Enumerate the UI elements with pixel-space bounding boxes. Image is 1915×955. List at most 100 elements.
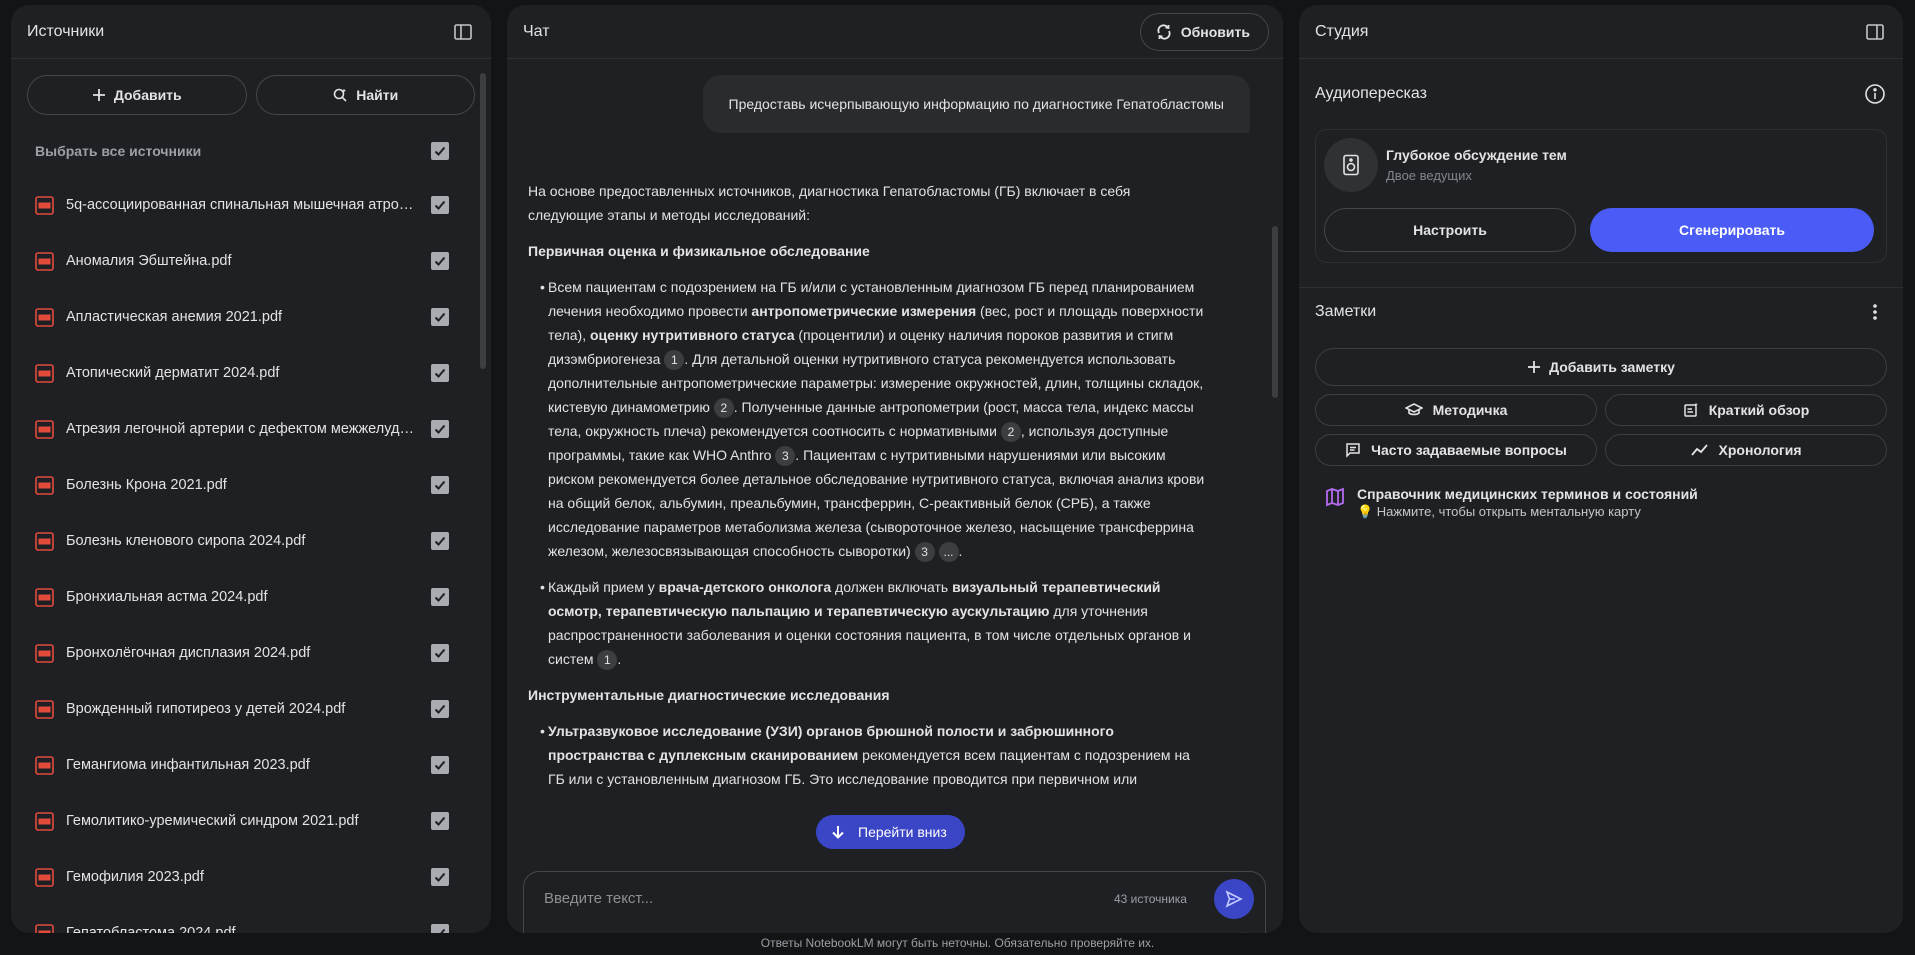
citation-chip[interactable]: 1 — [664, 350, 685, 371]
citation-chip[interactable]: 1 — [597, 650, 618, 671]
source-name: 5q-ассоциированная спинальная мышечная а… — [66, 197, 419, 213]
source-item[interactable]: Атрезия легочной артерии с дефектом межж… — [11, 401, 491, 457]
send-button[interactable] — [1214, 879, 1254, 919]
source-item[interactable]: Врожденный гипотиреоз у детей 2024.pdf — [11, 681, 491, 737]
source-item[interactable]: Гепатобластома 2024.pdf — [11, 905, 491, 933]
source-name: Аномалия Эбштейна.pdf — [66, 253, 232, 269]
source-checkbox[interactable] — [431, 252, 449, 270]
notes-section-header: Заметки — [1299, 288, 1903, 336]
pdf-icon — [35, 307, 54, 327]
source-checkbox[interactable] — [431, 476, 449, 494]
source-checkbox[interactable] — [431, 700, 449, 718]
citation-chip[interactable]: 3 — [914, 542, 935, 563]
source-item[interactable]: Бронхиальная астма 2024.pdf — [11, 569, 491, 625]
find-source-label: Найти — [356, 87, 399, 103]
chat-scrollbar[interactable] — [1272, 226, 1278, 398]
study-guide-button[interactable]: Методичка — [1315, 394, 1597, 426]
sources-panel: Источники Добавить Найти Выбрать все ист… — [11, 5, 491, 933]
mindmap-note[interactable]: Справочник медицинских терминов и состоя… — [1299, 466, 1903, 520]
answer-bullet: Ультразвуковое исследование (УЗИ) органо… — [540, 719, 1208, 791]
source-item[interactable]: Аномалия Эбштейна.pdf — [11, 233, 491, 289]
source-checkbox[interactable] — [431, 868, 449, 886]
info-icon[interactable] — [1863, 82, 1887, 106]
answer-text: должен включать — [831, 579, 953, 595]
pdf-icon — [35, 811, 54, 831]
source-name: Болезнь кленового сиропа 2024.pdf — [66, 533, 306, 549]
jump-to-bottom-button[interactable]: Перейти вниз — [816, 815, 965, 849]
add-note-button[interactable]: Добавить заметку — [1315, 348, 1887, 386]
select-all-label: Выбрать все источники — [35, 143, 202, 159]
mindmap-subtitle: 💡 Нажмите, чтобы открыть ментальную карт… — [1357, 504, 1641, 519]
source-item[interactable]: Гемолитико-уремический синдром 2021.pdf — [11, 793, 491, 849]
source-checkbox[interactable] — [431, 812, 449, 830]
source-list: 5q-ассоциированная спинальная мышечная а… — [11, 177, 491, 933]
chat-header: Чат Обновить — [507, 5, 1283, 59]
source-checkbox[interactable] — [431, 364, 449, 382]
answer-intro: На основе предоставленных источников, ди… — [528, 183, 1131, 223]
source-item[interactable]: Гемофилия 2023.pdf — [11, 849, 491, 905]
audio-card-subtitle: Двое ведущих — [1386, 168, 1472, 183]
notes-title: Заметки — [1315, 303, 1377, 320]
answer-bullet: Всем пациентам с подозрением на ГБ и/или… — [540, 275, 1208, 563]
sources-scrollbar[interactable] — [480, 73, 486, 369]
add-source-button[interactable]: Добавить — [27, 75, 247, 115]
citation-chip[interactable]: 2 — [1000, 422, 1021, 443]
collapse-panel-icon[interactable] — [451, 20, 475, 44]
source-checkbox[interactable] — [431, 924, 449, 933]
pdf-icon — [35, 699, 54, 719]
source-checkbox[interactable] — [431, 756, 449, 774]
customize-button[interactable]: Настроить — [1324, 208, 1576, 252]
answer-text: . — [617, 651, 622, 667]
refresh-button[interactable]: Обновить — [1139, 12, 1269, 51]
studio-panel: Студия Аудиопересказ Глубокое обсуждение… — [1299, 5, 1903, 933]
source-checkbox[interactable] — [431, 308, 449, 326]
mindmap-title: Справочник медицинских терминов и состоя… — [1357, 486, 1698, 502]
refresh-label: Обновить — [1180, 23, 1250, 40]
collapse-panel-icon[interactable] — [1863, 20, 1887, 44]
citation-chip[interactable]: 2 — [713, 398, 734, 419]
find-source-button[interactable]: Найти — [255, 75, 475, 115]
select-all-row[interactable]: Выбрать все источники — [11, 135, 491, 167]
faq-button[interactable]: Часто задаваемые вопросы — [1315, 434, 1597, 466]
source-item[interactable]: Бронхолёгочная дисплазия 2024.pdf — [11, 625, 491, 681]
citation-more-chip[interactable]: ... — [938, 542, 959, 563]
answer-bold: оценку нутритивного статуса — [589, 327, 795, 343]
source-checkbox[interactable] — [431, 644, 449, 662]
answer-text: . Пациентам с нутритивными нарушениями и… — [548, 447, 1205, 559]
answer-text: Каждый прием у — [548, 579, 659, 595]
chat-panel: Чат Обновить Предоставь исчерпывающую ин… — [507, 5, 1283, 933]
answer-text: . — [958, 543, 963, 559]
audio-overview-card: Глубокое обсуждение тем Двое ведущих Нас… — [1315, 129, 1887, 263]
speaker-icon — [1324, 138, 1378, 192]
source-checkbox[interactable] — [431, 588, 449, 606]
pdf-icon — [35, 755, 54, 775]
pdf-icon — [35, 419, 54, 439]
more-vert-icon[interactable] — [1863, 300, 1887, 324]
timeline-button[interactable]: Хронология — [1605, 434, 1887, 466]
plus-icon — [92, 88, 106, 102]
source-item[interactable]: Атопический дерматит 2024.pdf — [11, 345, 491, 401]
pdf-icon — [35, 475, 54, 495]
source-item[interactable]: Апластическая анемия 2021.pdf — [11, 289, 491, 345]
source-item[interactable]: Гемангиома инфантильная 2023.pdf — [11, 737, 491, 793]
source-item[interactable]: Болезнь Крона 2021.pdf — [11, 457, 491, 513]
source-name: Бронхолёгочная дисплазия 2024.pdf — [66, 645, 311, 661]
user-message: Предоставь исчерпывающую информацию по д… — [702, 75, 1250, 133]
source-checkbox[interactable] — [431, 420, 449, 438]
generate-button[interactable]: Сгенерировать — [1590, 208, 1874, 252]
chat-input[interactable] — [544, 886, 1084, 910]
briefing-button[interactable]: Краткий обзор — [1605, 394, 1887, 426]
source-name: Болезнь Крона 2021.pdf — [66, 477, 227, 493]
source-checkbox[interactable] — [431, 532, 449, 550]
suggestions-next-button[interactable] — [1224, 932, 1262, 933]
source-checkbox[interactable] — [431, 196, 449, 214]
source-name: Гемангиома инфантильная 2023.pdf — [66, 757, 310, 773]
select-all-checkbox[interactable] — [431, 142, 449, 160]
source-name: Гемофилия 2023.pdf — [66, 869, 204, 885]
source-name: Атрезия легочной артерии с дефектом межж… — [66, 421, 419, 437]
source-item[interactable]: Болезнь кленового сиропа 2024.pdf — [11, 513, 491, 569]
source-item[interactable]: 5q-ассоциированная спинальная мышечная а… — [11, 177, 491, 233]
studio-header: Студия — [1299, 5, 1903, 59]
citation-chip[interactable]: 3 — [775, 446, 796, 467]
pdf-icon — [35, 251, 54, 271]
